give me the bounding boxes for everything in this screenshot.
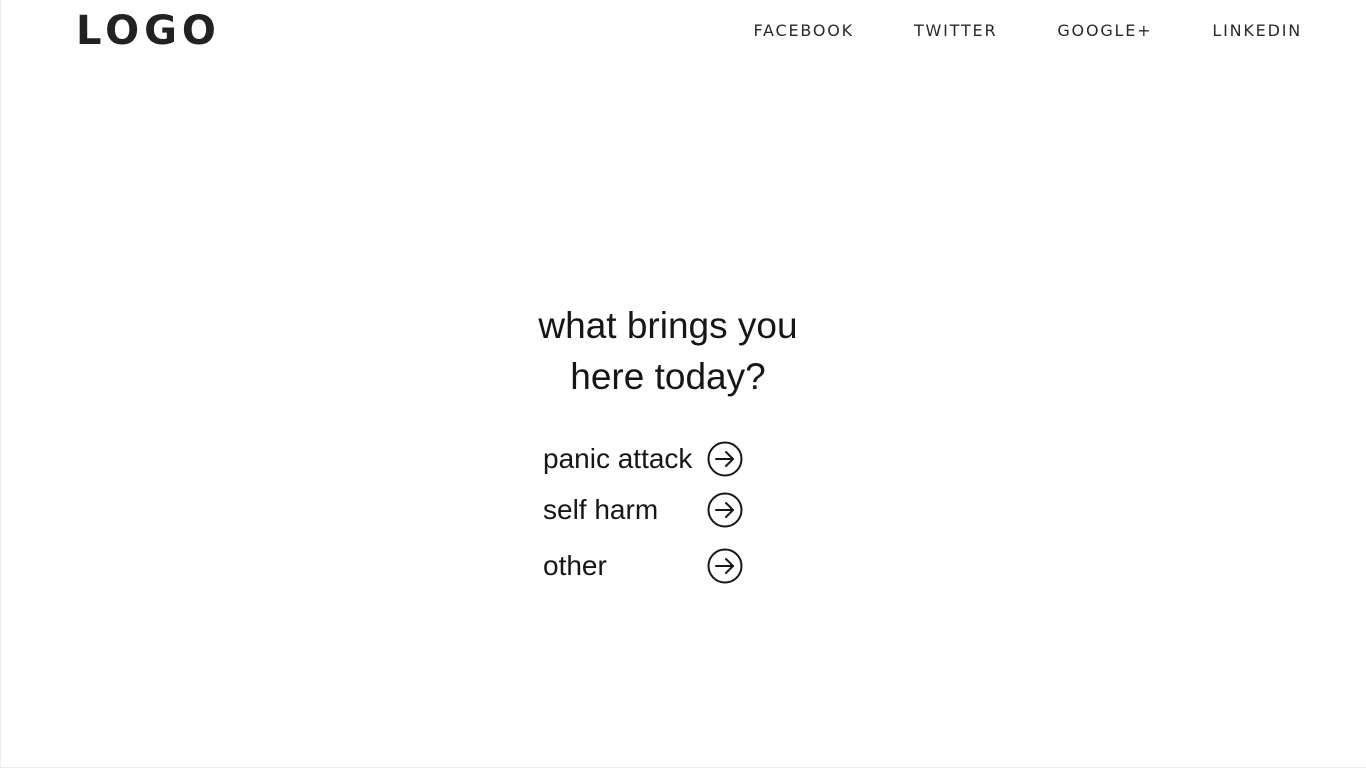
nav-link-facebook[interactable]: FACEBOOK xyxy=(753,20,853,42)
option-panic-attack[interactable]: panic attack xyxy=(543,440,745,478)
option-label: other xyxy=(543,550,607,581)
option-self-harm[interactable]: self harm xyxy=(543,491,745,529)
heading-line-2: here today? xyxy=(570,356,766,397)
arrow-right-circle-icon[interactable] xyxy=(707,492,743,528)
option-other[interactable]: other xyxy=(543,547,745,585)
arrow-right-circle-icon[interactable] xyxy=(707,548,743,584)
nav-link-linkedin[interactable]: LINKEDIN xyxy=(1212,20,1302,42)
nav-link-twitter[interactable]: TWITTER xyxy=(914,20,997,42)
option-label: panic attack xyxy=(543,443,693,474)
arrow-right-circle-icon[interactable] xyxy=(707,441,743,477)
nav-link-google-plus[interactable]: GOOGLE+ xyxy=(1057,20,1152,42)
logo[interactable]: LOGO xyxy=(76,6,221,56)
heading-line-1: what brings you xyxy=(538,305,798,346)
social-nav: FACEBOOK TWITTER GOOGLE+ LINKEDIN xyxy=(753,20,1302,42)
page-question-heading: what brings you here today? xyxy=(468,300,868,402)
option-label: self harm xyxy=(543,494,659,525)
